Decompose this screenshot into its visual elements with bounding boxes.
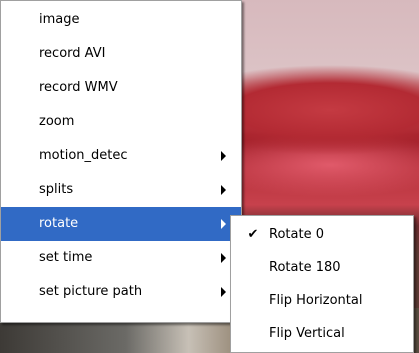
- menu-item-set-picture-path[interactable]: set picture path: [1, 275, 241, 309]
- menu-item-set-time[interactable]: set time: [1, 241, 241, 275]
- submenu-item-rotate-0[interactable]: ✔ Rotate 0: [231, 218, 413, 251]
- menu-item-record-avi[interactable]: record AVI: [1, 37, 241, 71]
- submenu-item-flip-horizontal[interactable]: Flip Horizontal: [231, 284, 413, 317]
- menu-item-label: record WMV: [39, 80, 118, 95]
- submenu-item-label: Flip Vertical: [269, 326, 345, 341]
- submenu-arrow-icon: [221, 287, 226, 297]
- submenu-item-flip-vertical[interactable]: Flip Vertical: [231, 317, 413, 350]
- menu-item-label: set time: [39, 250, 93, 265]
- menu-item-label: zoom: [39, 114, 75, 129]
- menu-item-label: set picture path: [39, 284, 143, 299]
- submenu-item-label: Flip Horizontal: [269, 293, 363, 308]
- menu-item-splits[interactable]: splits: [1, 173, 241, 207]
- menu-item-image[interactable]: image: [1, 3, 241, 37]
- submenu-arrow-icon: [221, 219, 226, 229]
- menu-item-record-wmv[interactable]: record WMV: [1, 71, 241, 105]
- submenu-item-label: Rotate 180: [269, 260, 341, 275]
- submenu-arrow-icon: [221, 151, 226, 161]
- submenu-item-rotate-180[interactable]: Rotate 180: [231, 251, 413, 284]
- menu-item-label: motion_detec: [39, 148, 128, 163]
- menu-item-label: rotate: [39, 216, 79, 231]
- menu-item-rotate[interactable]: rotate: [1, 207, 241, 241]
- menu-item-label: image: [39, 12, 80, 27]
- menu-item-motion-detec[interactable]: motion_detec: [1, 139, 241, 173]
- checkmark-icon: ✔: [247, 227, 259, 242]
- context-menu: image record AVI record WMV zoom motion_…: [0, 0, 242, 323]
- submenu-item-label: Rotate 0: [269, 227, 324, 242]
- menu-item-label: splits: [39, 182, 74, 197]
- submenu-arrow-icon: [221, 185, 226, 195]
- menu-item-label: record AVI: [39, 46, 106, 61]
- submenu-arrow-icon: [221, 253, 226, 263]
- menu-item-zoom[interactable]: zoom: [1, 105, 241, 139]
- rotate-submenu: ✔ Rotate 0 Rotate 180 Flip Horizontal Fl…: [230, 215, 414, 353]
